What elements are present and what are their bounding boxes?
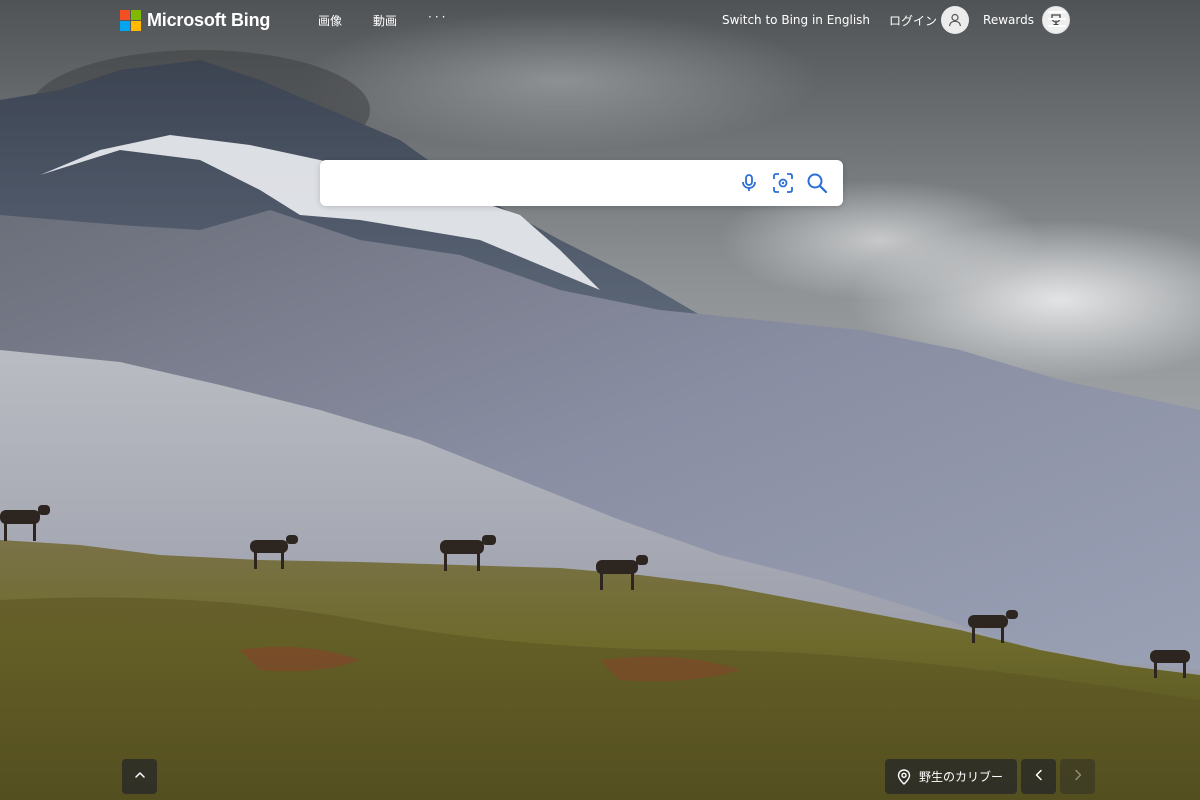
login-label: ログイン: [889, 13, 938, 28]
location-pin-icon: [897, 768, 911, 785]
image-info-bar: 野生のカリブー: [885, 759, 1096, 794]
logo-square-green: [131, 9, 141, 20]
nav-more[interactable]: ···: [428, 10, 448, 29]
scroll-up-button[interactable]: [122, 759, 157, 794]
top-nav: 画像 動画 ···: [318, 10, 448, 29]
previous-image-button[interactable]: [1021, 759, 1057, 794]
hamburger-bar: [1048, 25, 1066, 27]
next-image-button[interactable]: [1060, 759, 1096, 794]
menu-hamburger-icon[interactable]: [1048, 11, 1066, 27]
top-header: Microsoft Bing 画像 動画 ··· Switch to Bing …: [0, 0, 1200, 40]
logo-square-blue: [120, 20, 130, 31]
header-actions: Switch to Bing in English ログイン Rewards: [722, 6, 1070, 34]
chevron-right-icon: [1071, 767, 1085, 786]
chevron-up-icon: [133, 767, 147, 786]
search-box: [320, 160, 843, 206]
login-button[interactable]: ログイン: [889, 6, 970, 34]
search-icons: [737, 171, 843, 195]
bing-logo[interactable]: Microsoft Bing: [120, 8, 270, 32]
nav-videos[interactable]: 動画: [373, 12, 397, 29]
visual-search-icon[interactable]: [771, 171, 795, 195]
chevron-left-icon: [1032, 767, 1046, 786]
hamburger-bar: [1048, 11, 1066, 13]
microphone-icon[interactable]: [737, 171, 761, 195]
rewards-label: Rewards: [983, 13, 1034, 27]
nav-images[interactable]: 画像: [318, 12, 342, 29]
hamburger-bar: [1048, 18, 1066, 20]
search-input[interactable]: [320, 161, 737, 205]
search-icon[interactable]: [805, 171, 829, 195]
logo-square-red: [120, 9, 130, 20]
switch-language-link[interactable]: Switch to Bing in English: [722, 13, 870, 27]
logo-square-yellow: [131, 20, 141, 31]
microsoft-logo-icon: [120, 9, 141, 31]
image-caption-text: 野生のカリブー: [919, 770, 1004, 784]
background-image: [0, 0, 1200, 800]
brand-name: Microsoft Bing: [147, 9, 271, 30]
image-caption-button[interactable]: 野生のカリブー: [885, 759, 1018, 794]
user-avatar-icon: [941, 6, 970, 34]
